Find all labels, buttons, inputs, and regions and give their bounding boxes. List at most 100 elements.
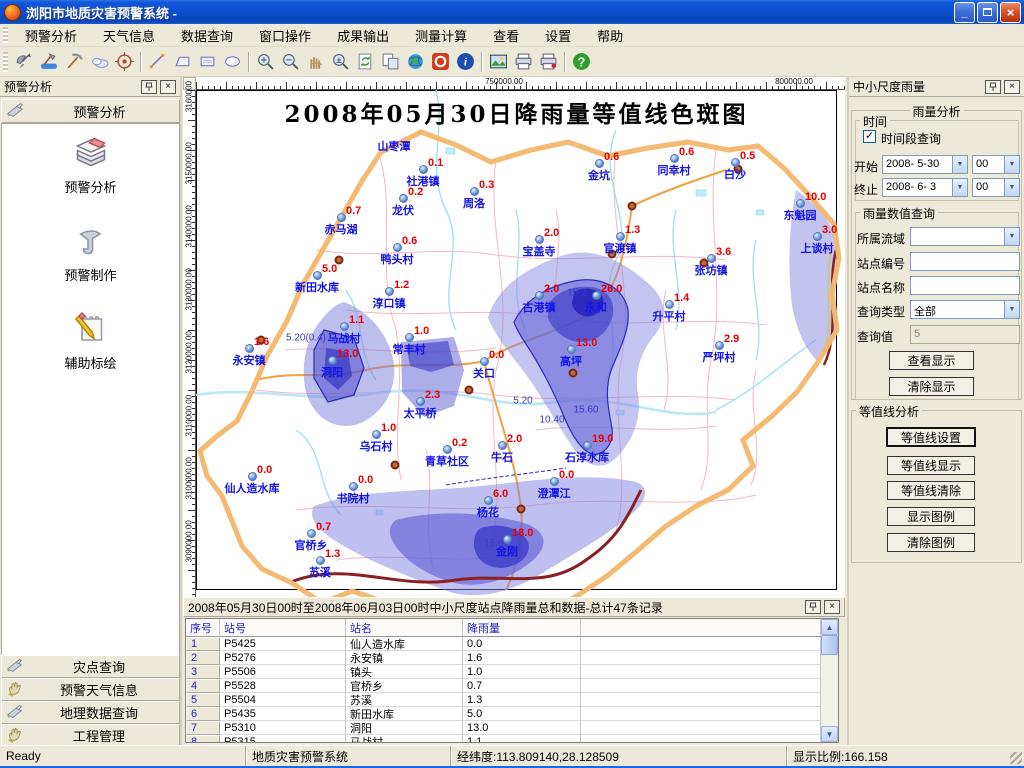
info-icon[interactable]: i [453,50,478,74]
flood-tool-icon[interactable] [37,50,62,74]
table-row[interactable]: 8P5315马战村1.1 [186,735,821,742]
pan-icon[interactable] [303,50,328,74]
menu-item-2[interactable]: 天气信息 [90,23,168,48]
stop-icon[interactable] [428,50,453,74]
menu-item-8[interactable]: 设置 [532,23,584,48]
query-type-select[interactable]: 全部▼ [910,300,1020,319]
station-name: 常丰村 [369,341,449,357]
table-cell-filler [581,721,821,735]
station-rainfall-value: 1.3 [625,224,640,236]
menu-item-9[interactable]: 帮助 [584,23,636,48]
menu-item-1[interactable]: 预警分析 [12,23,90,48]
table-row[interactable]: 2P5276永安镇1.6 [186,651,821,665]
print-setup-icon[interactable] [536,50,561,74]
copy-map-icon[interactable] [378,50,403,74]
restore-button[interactable] [977,2,998,23]
sidebar-item-3[interactable]: 地理数据查询 [1,701,180,724]
radar-icon[interactable] [12,50,37,74]
basin-select[interactable]: ▼ [910,227,1020,246]
left-panel-close-button[interactable]: × [160,80,176,94]
column-header-1[interactable]: 序号 [186,619,220,637]
clear-query-button[interactable]: 清除显示 [889,377,974,396]
contour-settings-button[interactable]: 等值线设置 [886,427,976,447]
table-row[interactable]: 5P5504苏溪1.3 [186,693,821,707]
scroll-up-icon[interactable]: ▲ [821,619,838,635]
menu-item-4[interactable]: 窗口操作 [246,23,324,48]
menu-item-5[interactable]: 成果输出 [324,23,402,48]
station-name: 东魁园 [760,207,840,223]
table-row[interactable]: 4P5528官桥乡0.7 [186,679,821,693]
sidebar-item-2[interactable]: 预警天气信息 [1,678,180,701]
tool-item-1[interactable]: 预警分析 [2,134,179,196]
print-icon[interactable] [511,50,536,74]
station-rainfall-value: 2.0 [507,433,522,445]
zoom-in-icon[interactable] [253,50,278,74]
bottom-panel-close-button[interactable]: × [824,600,840,614]
station-rainfall-value: 0.7 [346,205,361,217]
menu-item-6[interactable]: 测量计算 [402,23,480,48]
resize-grip[interactable] [1010,752,1022,764]
locate-icon[interactable] [112,50,137,74]
left-panel-pin-button[interactable] [141,80,157,94]
tool-item-2[interactable]: 预警制作 [2,222,179,284]
scroll-down-icon[interactable]: ▼ [821,726,838,742]
left-panel-titlebar: 预警分析 × [0,77,180,97]
chevron-down-icon[interactable]: ▼ [1004,228,1019,245]
table-cell: 0.7 [463,679,581,693]
globe-icon[interactable] [403,50,428,74]
chevron-down-icon[interactable]: ▼ [952,179,967,196]
table-scrollbar[interactable]: ▲ ▼ [821,619,838,742]
end-date-select[interactable]: 2008- 6- 3▼ [882,178,968,197]
toolbar-grip[interactable] [3,52,8,72]
table-row[interactable]: 6P5435新田水库5.0 [186,707,821,721]
sidebar-item-1[interactable]: 灾点查询 [1,655,180,678]
basin-value [911,228,1004,245]
cloud-icon[interactable] [87,50,112,74]
chevron-down-icon[interactable]: ▼ [952,156,967,173]
map-canvas[interactable]: 2008年05月30日降雨量等值线色斑图 山枣潭0.1社港镇0.2龙伏0.3周洛… [196,90,845,597]
start-date-select[interactable]: 2008- 5-30▼ [882,155,968,174]
chevron-down-icon[interactable]: ▼ [1004,179,1019,196]
start-hour-select[interactable]: 00▼ [972,155,1020,174]
zoom-extent-icon[interactable] [328,50,353,74]
minimize-button[interactable]: _ [954,2,975,23]
end-hour-select[interactable]: 00▼ [972,178,1020,197]
rect-tool-icon[interactable] [195,50,220,74]
menu-grip[interactable] [3,27,8,43]
station-name-input[interactable] [910,276,1020,295]
refresh-icon[interactable] [353,50,378,74]
column-header-4[interactable]: 降雨量 [463,619,581,637]
line-tool-icon[interactable] [145,50,170,74]
legend-show-button[interactable]: 显示图例 [887,507,975,526]
polygon-tool-icon[interactable] [170,50,195,74]
sidebar-item-4[interactable]: 工程管理 [1,724,180,747]
vruler-label: 3160000 [185,77,194,117]
help-icon[interactable]: ? [569,50,594,74]
contour-clear-button[interactable]: 等值线清除 [887,481,975,500]
column-header-2[interactable]: 站号 [220,619,346,637]
menu-item-3[interactable]: 数据查询 [168,23,246,48]
table-row[interactable]: 7P5310洞阳13.0 [186,721,821,735]
zoom-out-icon[interactable] [278,50,303,74]
legend-clear-button[interactable]: 清除图例 [887,533,975,552]
time-range-checkbox[interactable]: ✓ [863,130,876,143]
menu-item-7[interactable]: 查看 [480,23,532,48]
scrollbar-thumb[interactable] [821,635,838,655]
show-query-button[interactable]: 查看显示 [889,351,974,370]
station-id-input[interactable] [910,252,1020,271]
ellipse-tool-icon[interactable] [220,50,245,74]
contour-show-button[interactable]: 等值线显示 [887,456,975,475]
bottom-panel-pin-button[interactable] [805,600,821,614]
pick-icon[interactable] [62,50,87,74]
tool-item-3[interactable]: 辅助标绘 [2,310,179,372]
table-row[interactable]: 1P5425仙人造水库0.0 [186,637,821,651]
right-panel-pin-button[interactable] [985,80,1001,94]
image-export-icon[interactable] [486,50,511,74]
close-button[interactable]: × [1000,2,1021,23]
table-cell: P5310 [220,721,346,735]
chevron-down-icon[interactable]: ▼ [1004,156,1019,173]
column-header-3[interactable]: 站名 [346,619,463,637]
chevron-down-icon[interactable]: ▼ [1004,301,1019,318]
table-row[interactable]: 3P5506镇头1.0 [186,665,821,679]
right-panel-close-button[interactable]: × [1004,80,1020,94]
